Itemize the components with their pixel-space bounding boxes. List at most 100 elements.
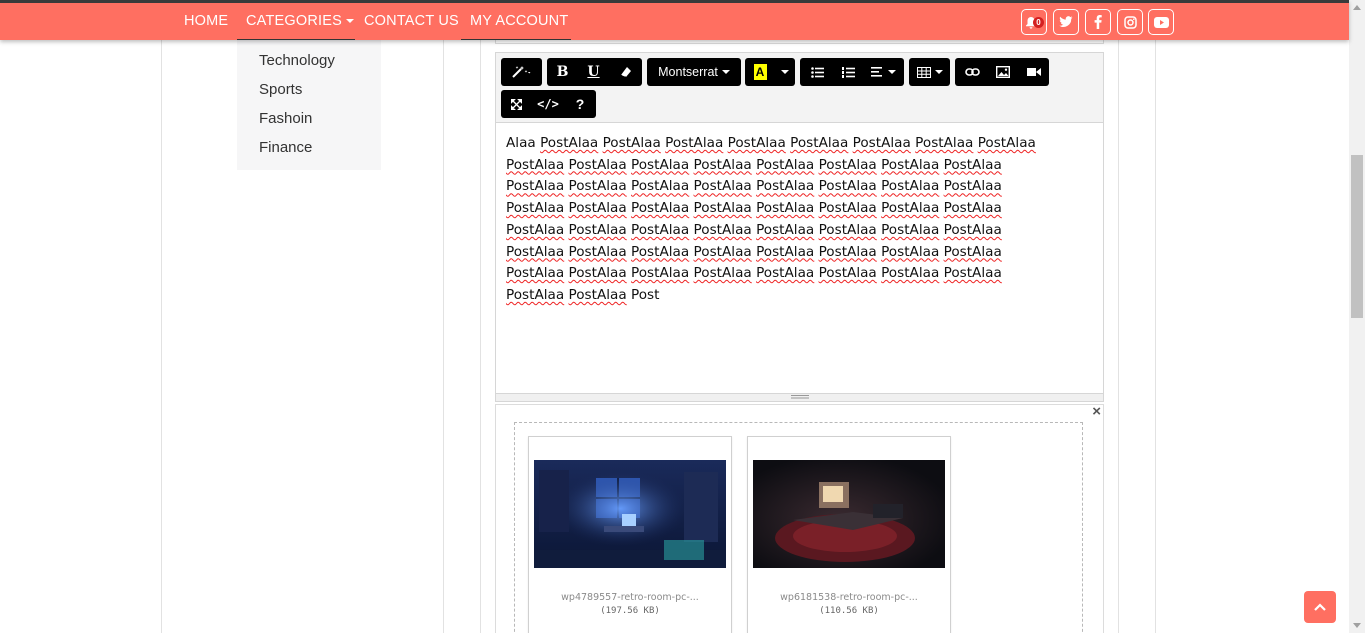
- editor-word: PostAlaa: [790, 135, 849, 151]
- nav-categories-dropdown[interactable]: CATEGORIES: [237, 3, 355, 40]
- editor-word: PostAlaa: [943, 156, 1002, 173]
- link-icon[interactable]: [957, 58, 987, 86]
- editor-text-line: PostAlaa PostAlaa Post: [506, 285, 1096, 307]
- editor-text-line: Alaa PostAlaa PostAlaa PostAlaa PostAlaa…: [506, 133, 1096, 155]
- editor-word: Post: [631, 286, 660, 303]
- page-scrollbar[interactable]: [1349, 0, 1365, 633]
- editor-word: PostAlaa: [631, 243, 690, 260]
- editor-word: PostAlaa: [693, 200, 752, 217]
- editor-word: PostAlaa: [568, 286, 627, 303]
- view-group: </> ?: [501, 90, 596, 118]
- editor-word: PostAlaa: [756, 243, 815, 260]
- content-left-border: [161, 40, 162, 633]
- editor-resize-handle[interactable]: [496, 393, 1103, 401]
- facebook-button[interactable]: [1085, 9, 1111, 35]
- content-right-border: [1155, 40, 1156, 633]
- youtube-icon: [1153, 16, 1169, 28]
- editor-word: PostAlaa: [506, 200, 565, 217]
- editor-word: PostAlaa: [693, 243, 752, 260]
- nav-categories-label: CATEGORIES: [246, 13, 342, 29]
- back-to-top-button[interactable]: [1304, 591, 1336, 623]
- category-item-fashion[interactable]: Fashoin: [259, 110, 312, 127]
- editor-word: PostAlaa: [506, 243, 565, 260]
- category-item-technology[interactable]: Technology: [259, 52, 335, 69]
- nav-home-link[interactable]: HOME: [184, 3, 228, 40]
- nav-account-link[interactable]: MY ACCOUNT: [461, 3, 571, 40]
- form-left-border: [480, 40, 481, 633]
- unordered-list-icon[interactable]: [802, 58, 832, 86]
- editor-word: PostAlaa: [881, 156, 940, 173]
- editor-word: PostAlaa: [693, 156, 752, 173]
- editor-word: PostAlaa: [506, 221, 565, 238]
- editor-word: PostAlaa: [881, 265, 940, 282]
- editor-word: PostAlaa: [881, 221, 940, 238]
- chevron-up-icon: [1314, 603, 1326, 611]
- ordered-list-icon[interactable]: [833, 58, 863, 86]
- style-button[interactable]: [501, 58, 542, 86]
- close-icon[interactable]: ×: [1092, 403, 1101, 420]
- text-color-icon[interactable]: A: [745, 58, 775, 86]
- file-thumbnail: [753, 460, 945, 568]
- editor-content-area[interactable]: Alaa PostAlaa PostAlaa PostAlaa PostAlaa…: [506, 133, 1096, 307]
- editor-word: PostAlaa: [665, 135, 724, 151]
- file-preview-card[interactable]: wp6181538-retro-room-pc-... (110.56 KB): [747, 436, 951, 633]
- editor-word: PostAlaa: [602, 135, 661, 151]
- editor-word: PostAlaa: [568, 156, 627, 173]
- scroll-down-arrow-icon[interactable]: [1353, 623, 1361, 628]
- youtube-button[interactable]: [1148, 9, 1174, 35]
- paragraph-align-icon[interactable]: [864, 58, 902, 86]
- font-family-dropdown[interactable]: Montserrat: [647, 58, 741, 86]
- file-size: (110.56 KB): [819, 606, 879, 616]
- file-upload-panel: × wp4789557-retro-room-pc-... (197.56 KB…: [495, 403, 1104, 633]
- table-button[interactable]: [909, 58, 950, 86]
- eraser-icon[interactable]: [610, 58, 641, 86]
- code-view-icon[interactable]: </>: [532, 90, 564, 118]
- dropzone[interactable]: wp4789557-retro-room-pc-... (197.56 KB): [514, 422, 1083, 633]
- editor-word: PostAlaa: [881, 200, 940, 217]
- editor-word: PostAlaa: [727, 135, 786, 151]
- file-thumbnail: [534, 460, 726, 568]
- editor-text-line: PostAlaa PostAlaa PostAlaa PostAlaa Post…: [506, 155, 1096, 177]
- editor-word: PostAlaa: [568, 178, 627, 195]
- editor-word: PostAlaa: [977, 135, 1036, 151]
- editor-word: PostAlaa: [631, 178, 690, 195]
- help-icon[interactable]: ?: [564, 90, 596, 118]
- color-dropdown-icon[interactable]: [775, 58, 795, 86]
- editor-word: PostAlaa: [756, 200, 815, 217]
- top-navbar: HOME CATEGORIES CONTACT US MY ACCOUNT 0: [0, 0, 1349, 40]
- editor-word: PostAlaa: [915, 135, 974, 151]
- editor-word: PostAlaa: [540, 135, 599, 151]
- file-name: wp6181538-retro-room-pc-...: [780, 592, 918, 603]
- underline-icon[interactable]: U: [578, 58, 609, 86]
- image-icon[interactable]: [988, 58, 1018, 86]
- editor-word: PostAlaa: [881, 178, 940, 195]
- font-family-label: Montserrat: [658, 65, 718, 79]
- fullscreen-icon[interactable]: [501, 90, 532, 118]
- bold-icon[interactable]: B: [547, 58, 578, 86]
- scrollbar-thumb[interactable]: [1351, 155, 1363, 318]
- notifications-button[interactable]: 0: [1021, 9, 1047, 35]
- video-icon[interactable]: [1019, 58, 1049, 86]
- editor-text-line: PostAlaa PostAlaa PostAlaa PostAlaa Post…: [506, 220, 1096, 242]
- editor-word: PostAlaa: [756, 156, 815, 173]
- nav-contact-link[interactable]: CONTACT US: [364, 3, 459, 40]
- editor-word: PostAlaa: [818, 156, 877, 173]
- editor-word: PostAlaa: [943, 221, 1002, 238]
- editor-word: PostAlaa: [881, 243, 940, 260]
- editor-word: PostAlaa: [818, 243, 877, 260]
- editor-word: PostAlaa: [818, 200, 877, 217]
- editor-word: PostAlaa: [631, 156, 690, 173]
- editor-word: PostAlaa: [568, 265, 627, 282]
- file-preview-card[interactable]: wp4789557-retro-room-pc-... (197.56 KB): [528, 436, 732, 633]
- magic-wand-icon: [511, 66, 530, 78]
- editor-word: PostAlaa: [631, 200, 690, 217]
- editor-word: PostAlaa: [818, 265, 877, 282]
- editor-word: PostAlaa: [506, 178, 565, 195]
- editor-text-line: PostAlaa PostAlaa PostAlaa PostAlaa Post…: [506, 242, 1096, 264]
- twitter-button[interactable]: [1053, 9, 1079, 35]
- scroll-up-arrow-icon[interactable]: [1353, 5, 1361, 10]
- category-item-finance[interactable]: Finance: [259, 139, 312, 156]
- editor-toolbar: B U Montserrat A </> ?: [496, 53, 1103, 123]
- instagram-button[interactable]: [1117, 9, 1143, 35]
- category-item-sports[interactable]: Sports: [259, 81, 302, 98]
